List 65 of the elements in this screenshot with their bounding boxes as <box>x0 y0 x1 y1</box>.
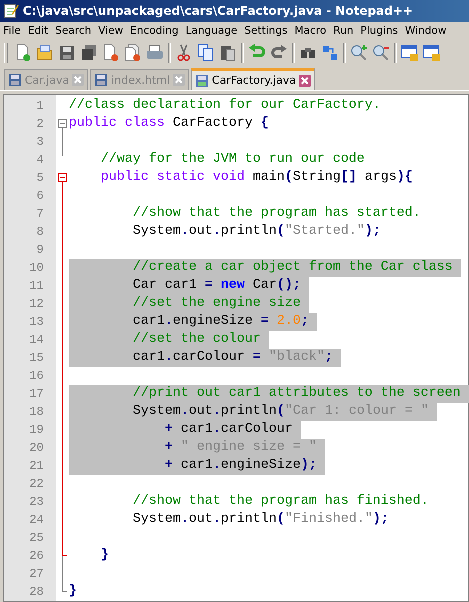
code-line: //class declaration for our CarFactory. <box>69 97 381 116</box>
line-number: 26 <box>28 548 45 566</box>
open-folder-icon[interactable] <box>36 44 54 62</box>
copy-icon[interactable] <box>197 44 215 62</box>
menu-item[interactable]: Settings <box>241 25 292 38</box>
line-number: 6 <box>36 188 45 206</box>
menu-item[interactable]: File <box>0 25 25 38</box>
code-line: System.out.println("Finished."); <box>132 511 389 530</box>
code-line: } <box>69 583 77 602</box>
code-editor[interactable] <box>3 94 469 602</box>
menu-item[interactable]: Run <box>330 25 358 38</box>
line-number: 3 <box>36 134 45 152</box>
line-number: 25 <box>28 530 45 548</box>
menu-item[interactable]: Language <box>182 25 242 38</box>
line-number: 4 <box>36 152 45 170</box>
line-number: 5 <box>36 170 45 188</box>
menu-item[interactable]: Encoding <box>126 25 182 38</box>
line-number: 21 <box>28 458 45 476</box>
line-number: 8 <box>36 224 45 242</box>
line-number: 24 <box>28 512 45 530</box>
close-icon[interactable] <box>299 74 312 87</box>
line-number: 14 <box>28 332 45 350</box>
code-line: //show that the program has finished. <box>132 493 429 512</box>
close-file-icon[interactable] <box>102 44 120 62</box>
line-number: 19 <box>28 422 45 440</box>
line-number: 9 <box>36 242 45 260</box>
line-number: 22 <box>28 476 45 494</box>
line-number: 12 <box>28 296 45 314</box>
line-number: 27 <box>28 566 45 584</box>
line-number: 16 <box>28 368 45 386</box>
file-tab[interactable]: CarFactory.java <box>191 68 316 90</box>
menu-item[interactable]: Edit <box>24 25 52 38</box>
line-number: 23 <box>28 494 45 512</box>
code-line: //show that the program has started. <box>132 205 421 224</box>
line-number: 13 <box>28 314 45 332</box>
menu-item[interactable]: Window <box>402 25 450 38</box>
cut-icon[interactable] <box>175 44 193 62</box>
line-number: 15 <box>28 350 45 368</box>
line-number: 1 <box>36 98 45 116</box>
paste-icon[interactable] <box>219 44 237 62</box>
close-all-icon[interactable] <box>124 44 142 62</box>
line-number: 11 <box>28 278 45 296</box>
zoom-out-icon[interactable] <box>372 44 390 62</box>
line-number: 10 <box>28 260 45 278</box>
line-number: 2 <box>36 116 45 134</box>
code-line: //way for the JVM to run our code <box>100 151 365 170</box>
notepad-icon <box>3 2 19 19</box>
code-line: System.out.println("Started."); <box>132 223 381 242</box>
menu-item[interactable]: View <box>95 25 127 38</box>
replace-icon[interactable] <box>321 44 339 62</box>
line-number: 20 <box>28 440 45 458</box>
code-line: } <box>100 547 109 566</box>
code-line: public class CarFactory { <box>69 115 269 134</box>
line-number: 17 <box>28 386 45 404</box>
menu-item[interactable]: Plugins <box>357 25 402 38</box>
save-icon[interactable] <box>58 44 76 62</box>
line-number: 18 <box>28 404 45 422</box>
line-number: 7 <box>36 206 45 224</box>
menu-item[interactable]: Macro <box>291 25 330 38</box>
menu-item[interactable]: Search <box>52 25 95 38</box>
window-title: C:\java\src\unpackaged\cars\CarFactory.java - Notepad++ <box>23 4 414 18</box>
zoom-in-icon[interactable] <box>350 44 368 62</box>
save-all-icon[interactable] <box>80 44 98 62</box>
line-number: 28 <box>28 584 45 602</box>
code-line: public static void main(String[] args){ <box>100 169 413 188</box>
